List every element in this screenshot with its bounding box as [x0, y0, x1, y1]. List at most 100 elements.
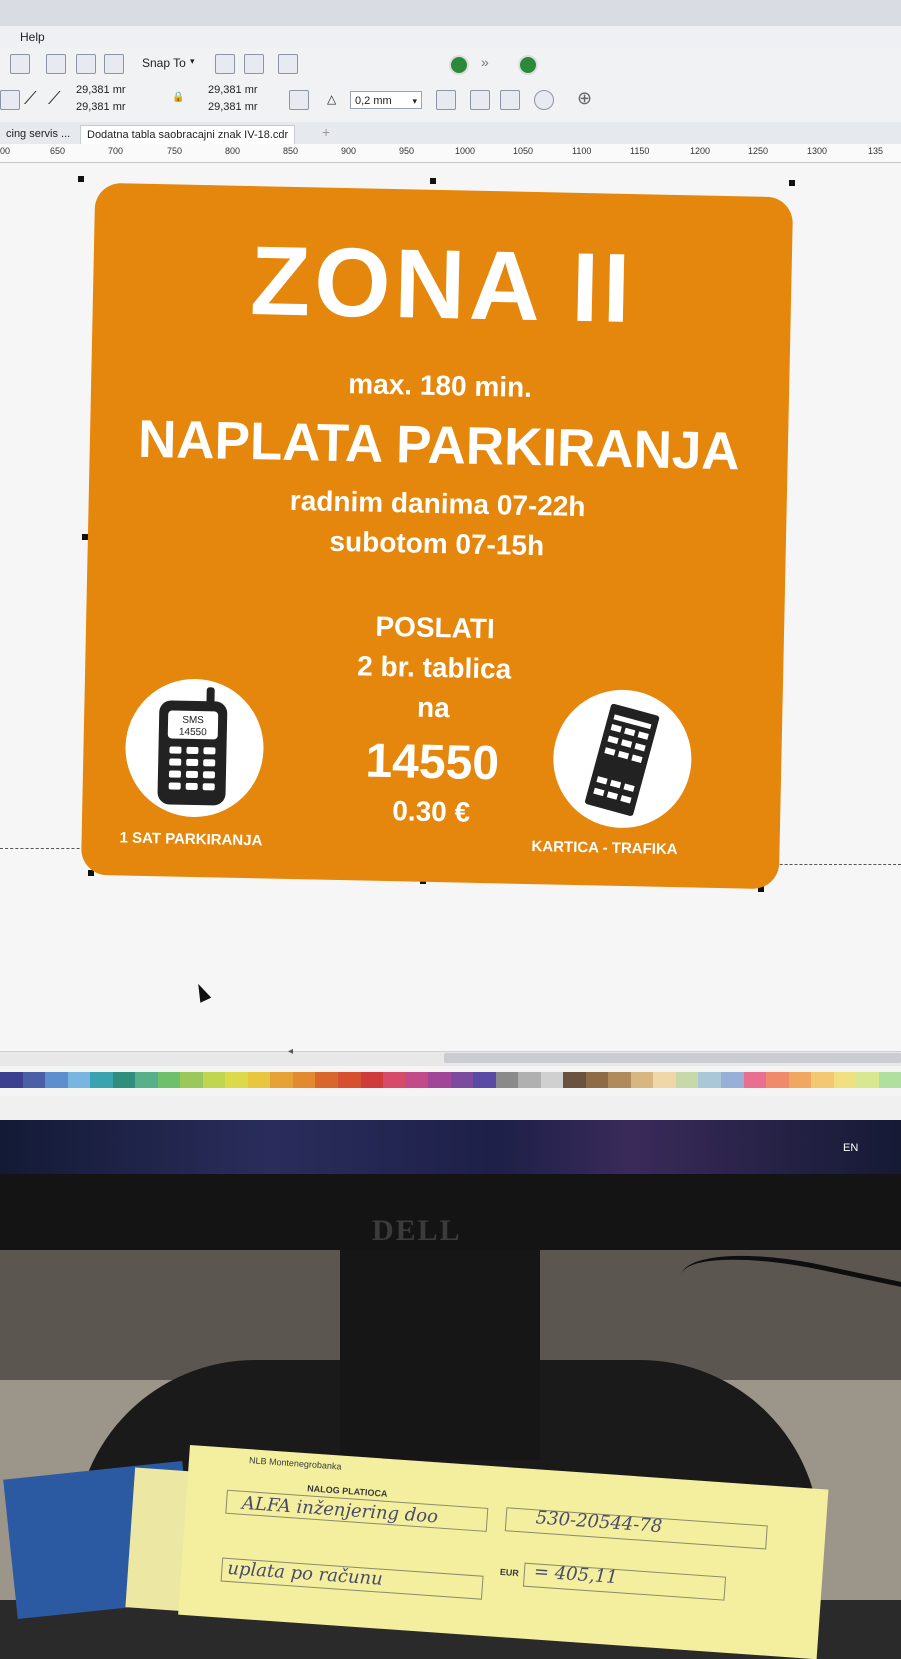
to-back-icon[interactable] [500, 90, 520, 110]
currency-label: EUR [499, 1566, 520, 1579]
palette-swatch[interactable] [608, 1072, 631, 1088]
node-tool-icon[interactable] [0, 90, 20, 110]
palette-swatch[interactable] [428, 1072, 451, 1088]
ruler-tick: 1300 [807, 146, 828, 156]
palette-swatch[interactable] [788, 1072, 812, 1088]
options-icon[interactable] [215, 54, 235, 74]
palette-swatch[interactable] [22, 1072, 46, 1088]
wrap-text-icon[interactable] [436, 90, 456, 110]
corel-connect-icon[interactable] [449, 55, 469, 75]
ruler-tick: 1200 [690, 146, 711, 156]
palette-swatch[interactable] [653, 1072, 676, 1088]
palette-swatch[interactable] [721, 1072, 744, 1088]
smooth-icon[interactable]: ⟋ [48, 88, 61, 109]
palette-swatch[interactable] [405, 1072, 429, 1088]
palette-swatch[interactable] [585, 1072, 609, 1088]
convert-icon[interactable] [534, 90, 554, 110]
welcome-icon[interactable] [518, 55, 538, 75]
palette-swatch[interactable] [563, 1072, 586, 1088]
palette-swatch[interactable] [698, 1072, 721, 1088]
palette-swatch[interactable] [135, 1072, 158, 1088]
palette-swatch[interactable] [315, 1072, 338, 1088]
width-field-bottom[interactable]: 29,381 mr [76, 101, 126, 113]
status-bar [0, 1096, 901, 1120]
ruler-tick: 650 [50, 146, 66, 156]
curve-icon[interactable]: ⟋ [24, 88, 37, 109]
chevron-down-icon[interactable]: ▾ [190, 56, 195, 67]
menu-help[interactable]: Help [20, 30, 45, 44]
ruler-tick: 900 [341, 146, 357, 156]
palette-swatch[interactable] [45, 1072, 68, 1088]
palette-swatch[interactable] [675, 1072, 699, 1088]
palette-swatch[interactable] [878, 1072, 901, 1088]
width-field-top[interactable]: 29,381 mr [76, 84, 126, 96]
palette-swatch[interactable] [630, 1072, 654, 1088]
ruler-tick: 800 [225, 146, 241, 156]
document-tabs: cing servis ... Dodatna tabla saobracajn… [0, 122, 901, 145]
language-indicator[interactable]: EN [843, 1142, 858, 1154]
palette-swatch[interactable] [0, 1072, 23, 1088]
caption-card: KARTICA - TRAFIKA [531, 838, 678, 859]
tab-document-1[interactable]: cing servis ... [0, 125, 76, 143]
scrollbar-thumb[interactable] [444, 1053, 901, 1063]
palette-swatch[interactable] [292, 1072, 316, 1088]
selection-handle[interactable] [789, 180, 795, 186]
snap-to-dropdown[interactable]: Snap To [142, 56, 186, 70]
scroll-left-icon[interactable]: ◂ [288, 1046, 293, 1057]
outline-width-select[interactable]: 0,2 mm ▾ [350, 91, 422, 109]
palette-swatch[interactable] [270, 1072, 293, 1088]
view-icon[interactable] [76, 54, 96, 74]
align-icon[interactable] [244, 54, 264, 74]
page-layout-icon[interactable] [46, 54, 66, 74]
palette-swatch[interactable] [90, 1072, 113, 1088]
palette-swatch[interactable] [112, 1072, 136, 1088]
palette-swatch[interactable] [180, 1072, 203, 1088]
ruler-tick: 850 [283, 146, 299, 156]
selection-handle[interactable] [430, 178, 436, 184]
corner-icon[interactable] [289, 90, 309, 110]
palette-swatch[interactable] [450, 1072, 474, 1088]
add-icon[interactable]: ⊕ [577, 88, 592, 109]
guide-line [760, 864, 901, 865]
more-icon[interactable]: » [481, 54, 489, 70]
sign-title: ZONA II [249, 225, 636, 344]
to-front-icon[interactable] [470, 90, 490, 110]
palette-swatch[interactable] [743, 1072, 767, 1088]
palette-swatch[interactable] [225, 1072, 248, 1088]
menu-bar: Help [0, 26, 901, 49]
lock-icon[interactable]: 🔒 [172, 92, 184, 103]
palette-swatch[interactable] [157, 1072, 181, 1088]
transform-icon[interactable] [10, 54, 30, 74]
palette-swatch[interactable] [337, 1072, 361, 1088]
palette-swatch[interactable] [540, 1072, 564, 1088]
selection-handle[interactable] [78, 176, 84, 182]
sign-max-time: max. 180 min. [348, 368, 533, 403]
height-field-top[interactable]: 29,381 mr [208, 84, 258, 96]
parking-sign[interactable]: ZONA II max. 180 min. NAPLATA PARKIRANJA… [80, 182, 794, 890]
palette-swatch[interactable] [383, 1072, 406, 1088]
height-field-bottom[interactable]: 29,381 mr [208, 101, 258, 113]
palette-swatch[interactable] [202, 1072, 226, 1088]
horizontal-ruler[interactable]: 00 650 700 750 800 850 900 950 1000 1050… [0, 144, 901, 163]
palette-swatch[interactable] [473, 1072, 496, 1088]
launch-icon[interactable] [278, 54, 298, 74]
palette-swatch[interactable] [67, 1072, 91, 1088]
palette-swatch[interactable] [766, 1072, 789, 1088]
palette-swatch[interactable] [518, 1072, 541, 1088]
windows-taskbar: EN [0, 1120, 901, 1174]
palette-swatch[interactable] [247, 1072, 271, 1088]
tab-document-2[interactable]: Dodatna tabla saobracajni znak IV-18.cdr [80, 125, 296, 144]
palette-swatch[interactable] [856, 1072, 879, 1088]
chevron-down-icon[interactable]: ▾ [412, 92, 417, 110]
caption-phone: 1 SAT PARKIRANJA [119, 829, 263, 850]
ruler-tick: 1000 [455, 146, 476, 156]
new-tab-button[interactable]: + [322, 124, 330, 140]
palette-swatch[interactable] [811, 1072, 834, 1088]
palette-swatch[interactable] [360, 1072, 384, 1088]
palette-swatch[interactable] [495, 1072, 519, 1088]
ruler-tick: 1250 [748, 146, 769, 156]
ruler-tick: 1100 [572, 146, 592, 156]
monitor-brand-logo: DELL [372, 1214, 462, 1247]
palette-swatch[interactable] [833, 1072, 857, 1088]
import-icon[interactable] [104, 54, 124, 74]
